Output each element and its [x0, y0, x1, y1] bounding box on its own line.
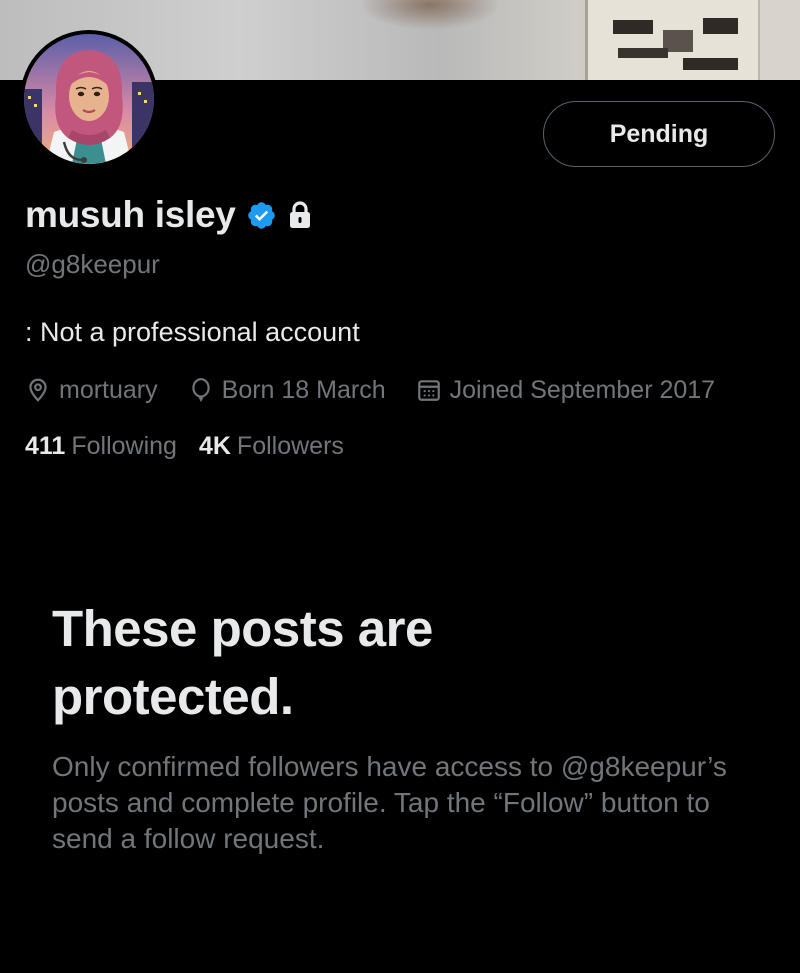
birthday-text: Born 18 March [221, 375, 386, 404]
avatar[interactable] [20, 30, 158, 168]
followers-label: Followers [236, 432, 344, 460]
display-name: musuh isley [25, 194, 236, 235]
followers-link[interactable]: 4K Followers [199, 432, 344, 461]
following-count: 411 [25, 432, 66, 460]
pending-button[interactable]: Pending [543, 101, 775, 167]
location-text: mortuary [59, 375, 158, 404]
banner-blur [360, 0, 500, 30]
profile-meta: mortuary Born 18 March Joined September … [25, 372, 715, 408]
location-item: mortuary [25, 376, 158, 405]
birthday-item: Born 18 March [188, 376, 386, 405]
protected-description: Only confirmed followers have access to … [52, 751, 727, 854]
joined-text: Joined September 2017 [449, 375, 716, 404]
following-label: Following [71, 432, 177, 460]
balloon-icon [191, 378, 210, 403]
avatar-image [24, 34, 154, 164]
banner-shelf [585, 0, 758, 80]
protected-title: These posts are protected. [52, 600, 433, 725]
name-row: musuh isley [25, 193, 313, 237]
verified-badge-icon[interactable] [246, 200, 277, 231]
profile-handle: @g8keepur [25, 249, 160, 279]
banner-wall [760, 0, 800, 80]
location-pin-icon [29, 378, 47, 402]
joined-item: Joined September 2017 [416, 376, 715, 405]
following-link[interactable]: 411 Following [25, 432, 177, 461]
profile-bio: : Not a professional account [25, 317, 360, 347]
calendar-icon [417, 380, 440, 401]
lock-icon [287, 200, 313, 230]
followers-count: 4K [198, 432, 231, 460]
follow-stats: 411 Following 4K Followers [25, 432, 344, 461]
